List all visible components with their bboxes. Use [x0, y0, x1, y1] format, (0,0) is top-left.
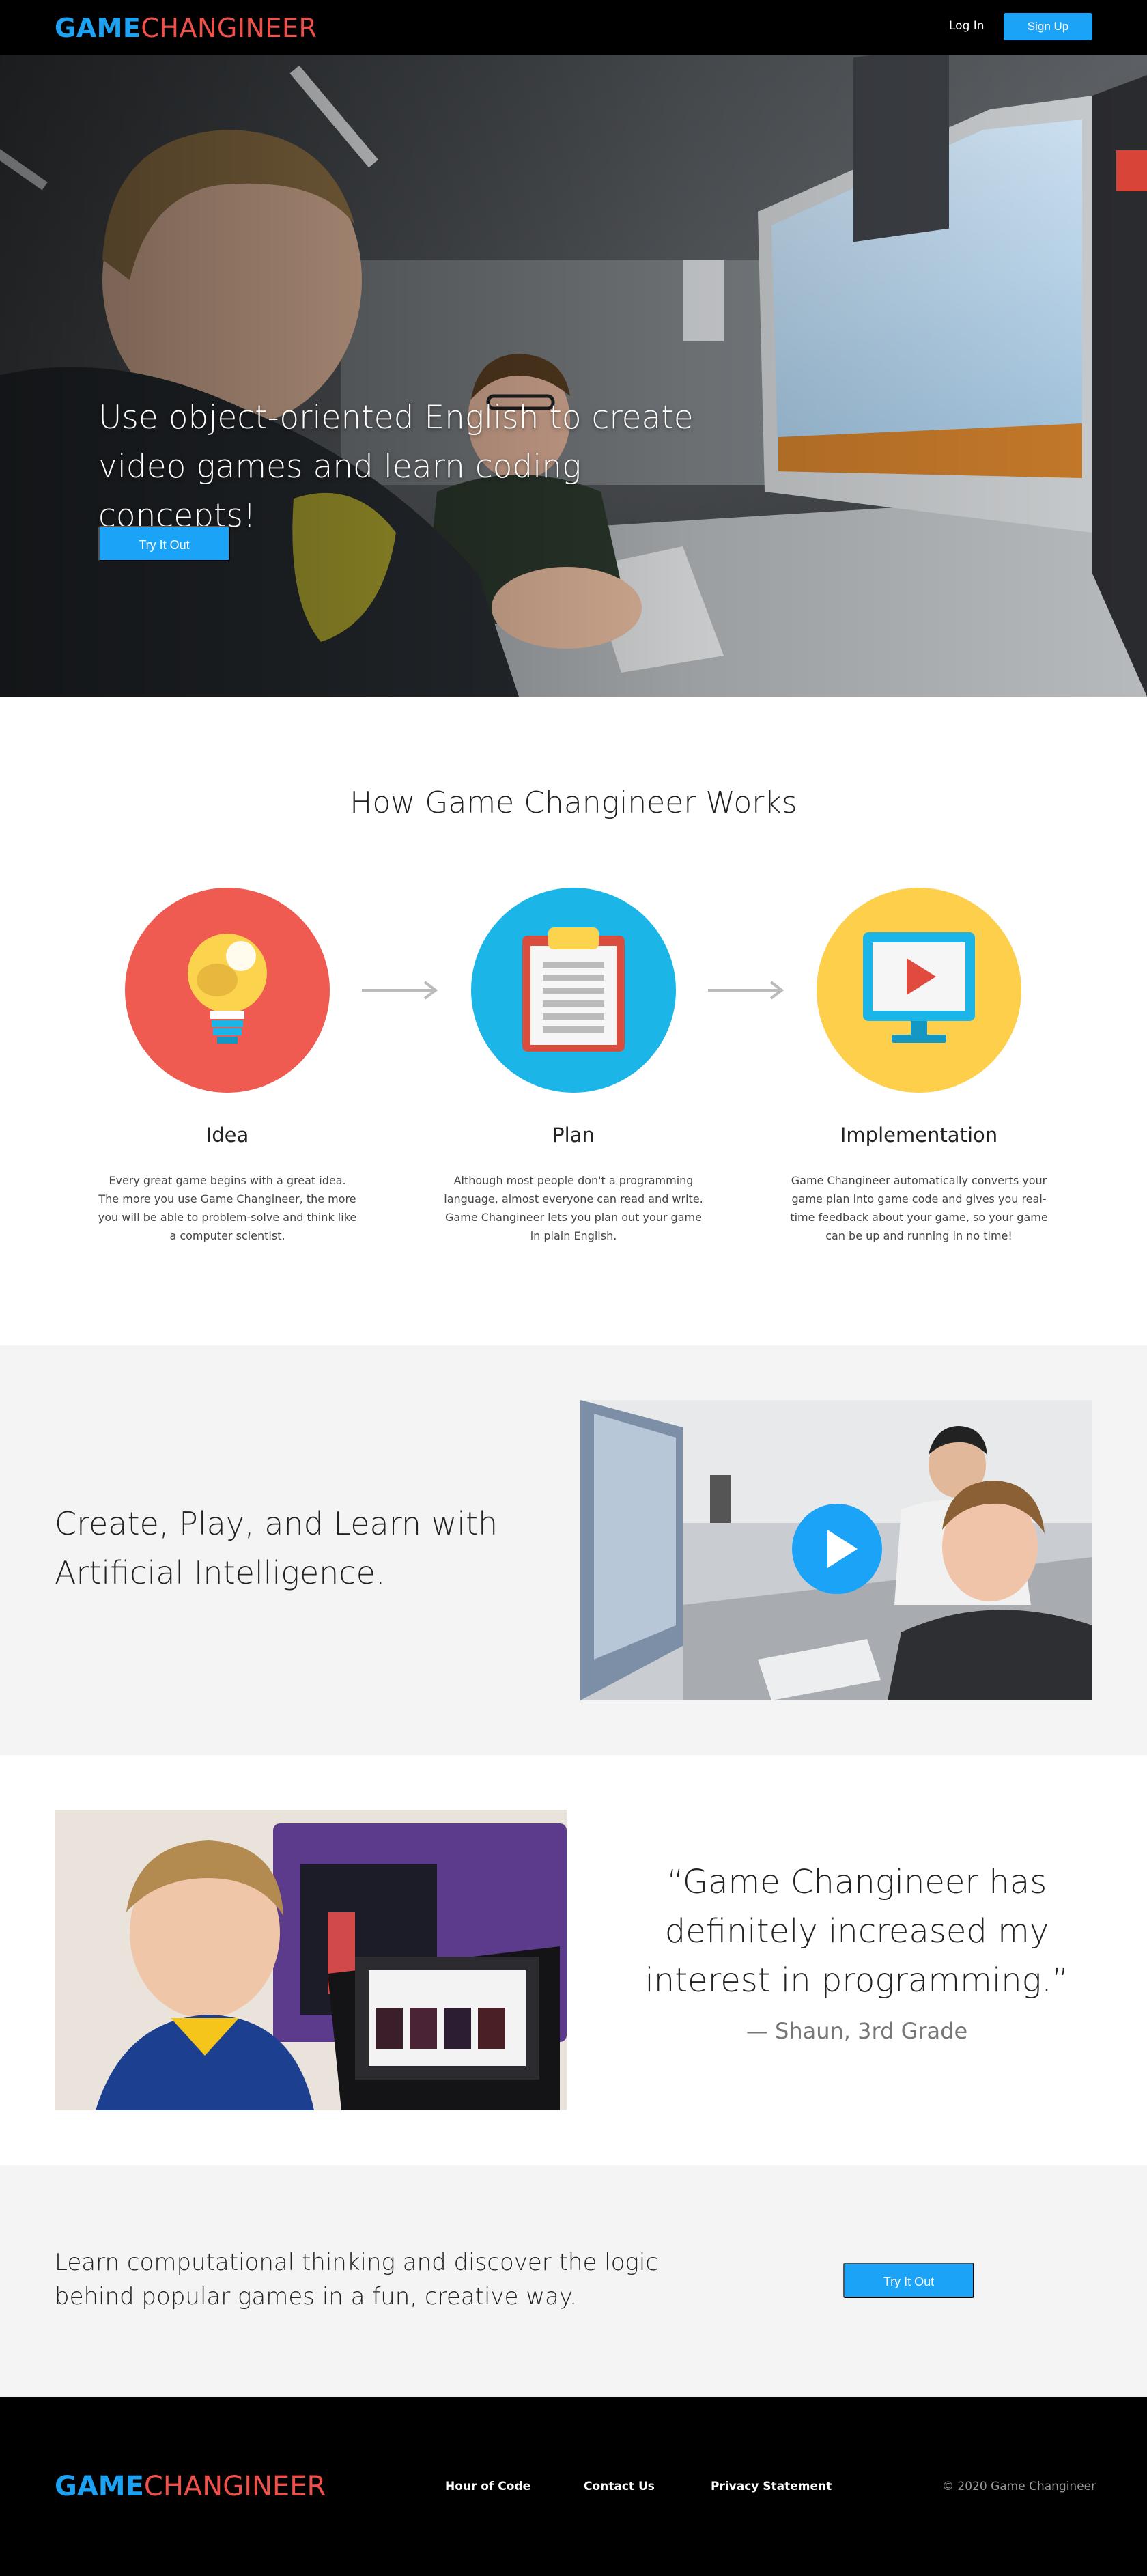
- testimonial-photo: [55, 1810, 567, 2110]
- footer-link-privacy-statement[interactable]: Privacy Statement: [711, 2480, 832, 2493]
- how-it-works-title: How Game Changineer Works: [350, 785, 797, 820]
- plan-step-circle: [471, 888, 676, 1093]
- plan-step-title: Plan: [552, 1123, 595, 1147]
- arrow-right-icon: [708, 981, 784, 1000]
- cta-try-it-out-button[interactable]: Try It Out: [843, 2263, 974, 2298]
- cta-text: Learn computational thinking and discove…: [55, 2249, 658, 2310]
- footer-copyright: © 2020 Game Changineer: [942, 2480, 1096, 2493]
- site-logo[interactable]: GAMECHANGINEER: [55, 14, 317, 42]
- idea-step-description: Every great game begins with a great ide…: [98, 1174, 357, 1242]
- hero-banner: [0, 55, 1147, 697]
- implementation-step-circle: [817, 888, 1021, 1093]
- plan-step-description: Although most people don't a programming…: [444, 1174, 703, 1242]
- logo-changineer-text: CHANGINEER: [141, 13, 317, 43]
- hero-headline: Use object-oriented English to create vi…: [98, 399, 694, 535]
- footer-logo[interactable]: GAMECHANGINEER: [55, 2472, 326, 2502]
- testimonial-attribution: — Shaun, 3rd Grade: [746, 2018, 968, 2044]
- ai-headline: Create, Play, and Learn with Artificial …: [55, 1505, 498, 1591]
- clipboard-icon: [522, 927, 625, 1052]
- implementation-step-title: Implementation: [840, 1123, 998, 1147]
- play-icon: [827, 1530, 858, 1568]
- video-play-button[interactable]: [792, 1504, 882, 1594]
- footer-link-contact-us[interactable]: Contact Us: [584, 2480, 655, 2493]
- idea-step-circle: [125, 888, 330, 1093]
- testimonial-quote: “Game Changineer has definitely increase…: [645, 1863, 1069, 2000]
- footer-logo-game-text: GAME: [55, 2471, 144, 2502]
- idea-step-title: Idea: [206, 1123, 249, 1147]
- monitor-play-icon: [863, 932, 975, 1043]
- implementation-step-description: Game Changineer automatically converts y…: [790, 1174, 1048, 1242]
- signup-button[interactable]: Sign Up: [1004, 13, 1092, 40]
- footer-link-hour-of-code[interactable]: Hour of Code: [445, 2480, 530, 2493]
- hero-try-it-out-button[interactable]: Try It Out: [98, 526, 230, 561]
- footer-logo-changineer-text: CHANGINEER: [143, 2471, 326, 2502]
- student-photo: [55, 1810, 567, 2110]
- login-link[interactable]: Log In: [949, 19, 985, 33]
- lightbulb-icon: [188, 934, 267, 1044]
- hero-photo: [0, 55, 1147, 697]
- arrow-right-icon: [362, 981, 438, 1000]
- logo-game-text: GAME: [55, 13, 141, 43]
